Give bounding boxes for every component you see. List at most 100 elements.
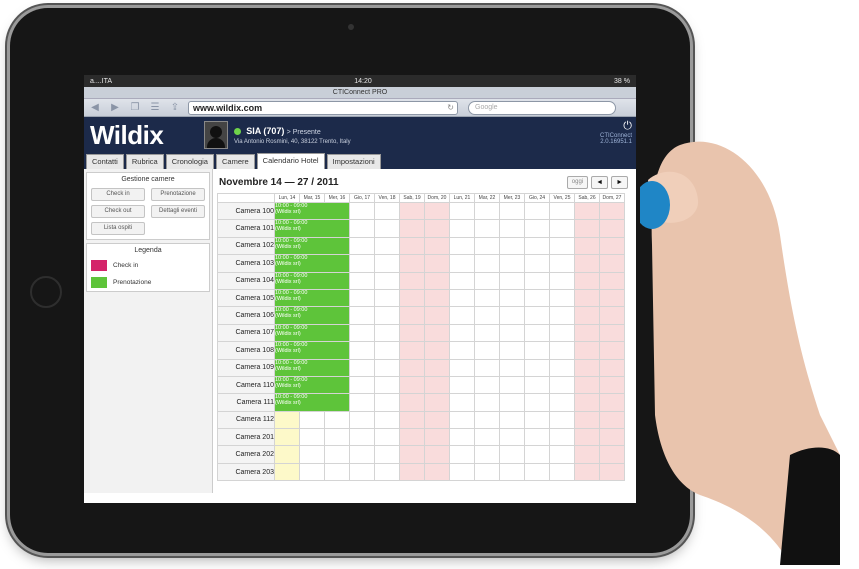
day-cell[interactable] xyxy=(549,410,575,430)
check-in-button[interactable]: Check in xyxy=(91,188,145,201)
day-cell[interactable] xyxy=(424,358,450,377)
day-cell[interactable] xyxy=(449,254,475,273)
day-cell[interactable] xyxy=(599,306,625,325)
day-cell[interactable] xyxy=(499,428,525,447)
day-cell[interactable] xyxy=(599,219,625,238)
day-cell[interactable] xyxy=(524,341,550,360)
day-cell[interactable] xyxy=(349,341,375,360)
day-cell[interactable] xyxy=(449,271,475,290)
day-cell[interactable] xyxy=(474,201,500,221)
day-cell[interactable] xyxy=(349,393,375,412)
booking-block[interactable]: 10:00 - 09:00 (Wildix srl) xyxy=(274,236,350,256)
pages-icon[interactable]: ❐ xyxy=(128,102,142,113)
booking-block[interactable]: 10:00 - 09:00 (Wildix srl) xyxy=(274,271,350,290)
day-cell[interactable] xyxy=(549,254,575,273)
day-cell[interactable] xyxy=(374,219,400,238)
room-label[interactable]: Camera 201 xyxy=(217,428,275,447)
next-week-button[interactable]: ► xyxy=(611,176,628,189)
day-cell[interactable] xyxy=(374,428,400,447)
day-cell[interactable] xyxy=(374,358,400,377)
day-cell[interactable] xyxy=(399,254,425,273)
day-cell[interactable] xyxy=(599,201,625,221)
day-cell[interactable] xyxy=(324,445,350,464)
day-cell[interactable] xyxy=(374,306,400,325)
day-cell[interactable] xyxy=(449,201,475,221)
booking-block[interactable]: 10:00 - 09:00 (Wildix srl) xyxy=(274,288,350,308)
day-cell[interactable] xyxy=(299,410,325,430)
day-cell[interactable] xyxy=(349,254,375,273)
day-cell[interactable] xyxy=(599,428,625,447)
day-cell[interactable] xyxy=(424,288,450,308)
presence-status[interactable]: > Presente xyxy=(287,129,321,136)
day-cell[interactable] xyxy=(349,306,375,325)
day-cell[interactable] xyxy=(574,428,600,447)
day-cell[interactable] xyxy=(599,375,625,395)
share-icon[interactable]: ⇪ xyxy=(168,102,182,113)
day-cell[interactable] xyxy=(574,393,600,412)
day-cell[interactable] xyxy=(474,271,500,290)
room-label[interactable]: Camera 112 xyxy=(217,410,275,430)
day-cell[interactable] xyxy=(374,393,400,412)
day-cell[interactable] xyxy=(274,462,300,482)
room-label[interactable]: Camera 103 xyxy=(217,254,275,273)
day-cell[interactable] xyxy=(599,445,625,464)
day-cell[interactable] xyxy=(574,288,600,308)
day-cell[interactable] xyxy=(574,445,600,464)
tab-impostazioni[interactable]: Impostazioni xyxy=(326,154,381,169)
back-icon[interactable]: ◀ xyxy=(88,102,102,113)
day-cell[interactable] xyxy=(449,323,475,343)
room-label[interactable]: Camera 203 xyxy=(217,462,275,482)
day-cell[interactable] xyxy=(449,375,475,395)
day-cell[interactable] xyxy=(424,428,450,447)
day-cell[interactable] xyxy=(424,462,450,482)
day-cell[interactable] xyxy=(374,254,400,273)
day-cell[interactable] xyxy=(299,462,325,482)
day-cell[interactable] xyxy=(599,323,625,343)
day-cell[interactable] xyxy=(374,271,400,290)
day-cell[interactable] xyxy=(474,445,500,464)
day-cell[interactable] xyxy=(599,462,625,482)
reload-icon[interactable]: ↻ xyxy=(447,102,454,114)
day-cell[interactable] xyxy=(399,428,425,447)
day-cell[interactable] xyxy=(549,219,575,238)
day-cell[interactable] xyxy=(524,462,550,482)
day-cell[interactable] xyxy=(524,410,550,430)
day-cell[interactable] xyxy=(449,341,475,360)
day-cell[interactable] xyxy=(349,271,375,290)
day-cell[interactable] xyxy=(549,358,575,377)
day-cell[interactable] xyxy=(449,410,475,430)
day-cell[interactable] xyxy=(574,358,600,377)
day-cell[interactable] xyxy=(374,288,400,308)
day-cell[interactable] xyxy=(549,428,575,447)
day-cell[interactable] xyxy=(474,462,500,482)
day-cell[interactable] xyxy=(524,445,550,464)
day-cell[interactable] xyxy=(574,306,600,325)
booking-button[interactable]: Prenotazione xyxy=(151,188,205,201)
day-cell[interactable] xyxy=(549,288,575,308)
room-label[interactable]: Camera 106 xyxy=(217,306,275,325)
booking-block[interactable]: 10:00 - 09:00 (Wildix srl) xyxy=(274,358,350,377)
room-label[interactable]: Camera 108 xyxy=(217,341,275,360)
day-cell[interactable] xyxy=(599,271,625,290)
day-cell[interactable] xyxy=(349,236,375,256)
tab-rubrica[interactable]: Rubrica xyxy=(125,154,164,169)
guest-list-button[interactable]: Lista ospiti xyxy=(91,222,145,235)
day-cell[interactable] xyxy=(574,201,600,221)
day-cell[interactable] xyxy=(474,393,500,412)
day-cell[interactable] xyxy=(574,341,600,360)
day-cell[interactable] xyxy=(274,428,300,447)
day-cell[interactable] xyxy=(524,393,550,412)
room-label[interactable]: Camera 107 xyxy=(217,323,275,343)
day-cell[interactable] xyxy=(549,393,575,412)
day-cell[interactable] xyxy=(399,341,425,360)
booking-block[interactable]: 10:00 - 09:00 (Wildix srl) xyxy=(274,375,350,395)
day-cell[interactable] xyxy=(349,428,375,447)
day-cell[interactable] xyxy=(399,306,425,325)
booking-block[interactable]: 10:00 - 09:00 (Wildix srl) xyxy=(274,323,350,343)
room-label[interactable]: Camera 105 xyxy=(217,288,275,308)
day-cell[interactable] xyxy=(349,445,375,464)
day-cell[interactable] xyxy=(449,219,475,238)
day-cell[interactable] xyxy=(399,358,425,377)
day-cell[interactable] xyxy=(374,201,400,221)
day-cell[interactable] xyxy=(474,288,500,308)
